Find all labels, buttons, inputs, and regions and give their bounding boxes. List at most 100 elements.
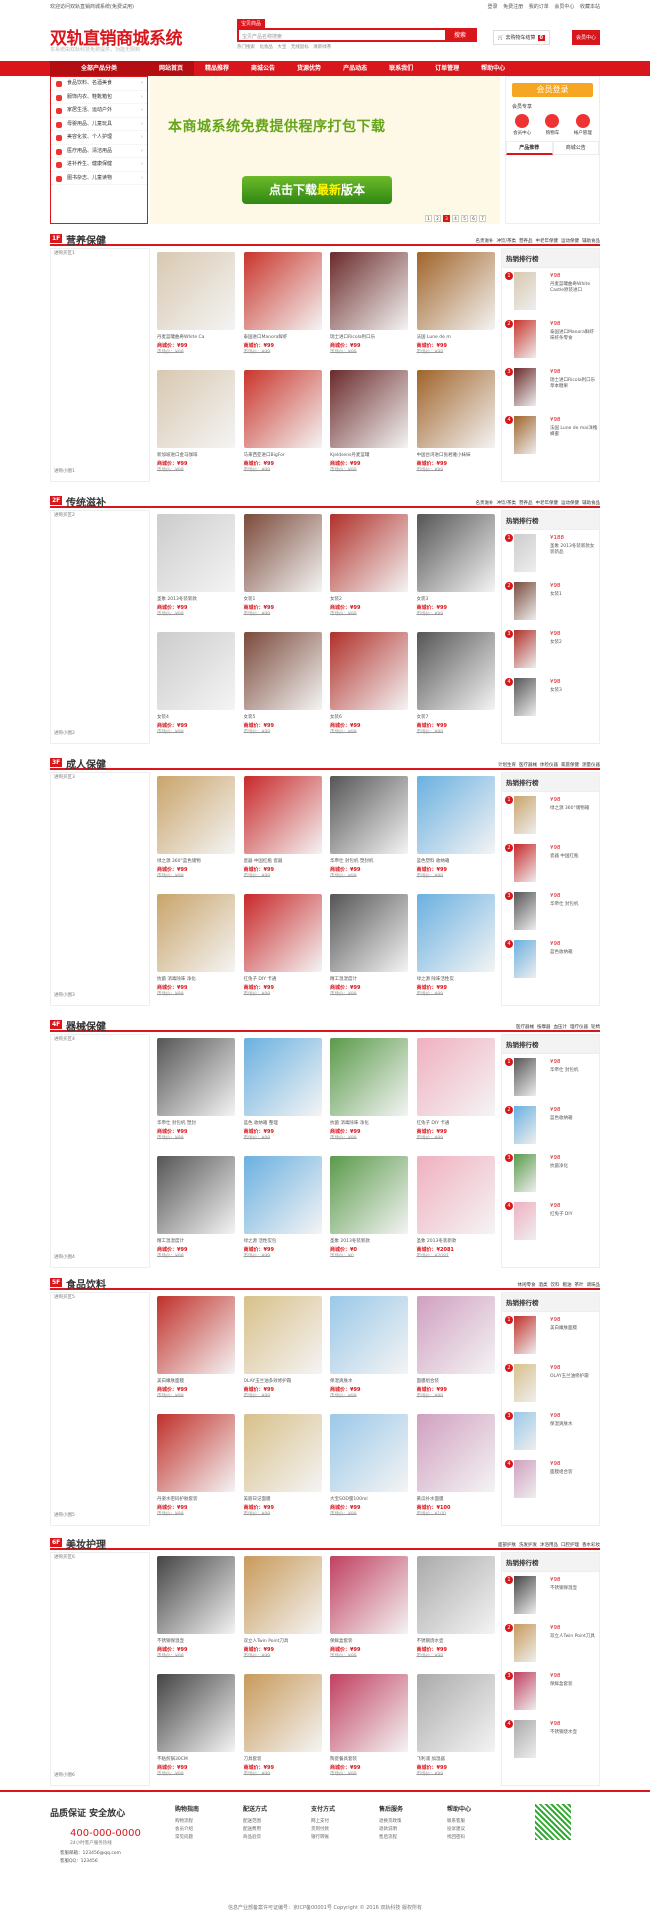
product-name[interactable]: 绿之源 活性炭包	[244, 1238, 323, 1246]
product-name[interactable]: 马来西亚进口BigFor	[244, 452, 323, 460]
rank-image[interactable]	[514, 940, 536, 978]
product-card[interactable]: 黄瓜补水面膜 商城价：¥100 市场价：¥100	[413, 1410, 500, 1528]
product-name[interactable]: 圣象 2013冬装新款	[417, 1238, 496, 1246]
floor-link[interactable]: 名贵滋补	[475, 501, 493, 506]
product-card[interactable]: 女装6 商城价：¥99 市场价：¥99	[326, 628, 413, 746]
product-image[interactable]	[330, 776, 409, 854]
product-card[interactable]: 保湿爽肤水 商城价：¥99 市场价：¥99	[326, 1292, 413, 1410]
product-name[interactable]: 大宝SOD蜜100ml	[330, 1496, 409, 1504]
product-card[interactable]: 精工温湿度计 商城价：¥99 市场价：¥99	[153, 1152, 240, 1270]
product-image[interactable]	[416, 776, 495, 854]
product-image[interactable]	[330, 894, 409, 972]
top-link-member[interactable]: 会员中心	[554, 4, 574, 10]
product-name[interactable]: 圣象 2013冬装新款	[330, 1238, 409, 1246]
rank-image[interactable]	[514, 1316, 536, 1354]
rank-name[interactable]: 丹麦蓝罐曲奇White Castle原装进口	[550, 282, 598, 294]
product-card[interactable]: 蓝色 收纳箱 整理 商城价：¥99 市场价：¥99	[240, 1034, 327, 1152]
product-image[interactable]	[330, 1038, 409, 1116]
product-card[interactable]: 绿之源 360°蓝色储物 商城价：¥99 市场价：¥99	[153, 772, 240, 890]
product-card[interactable]: 中国台湾进口张君雅小妹妹 商城价：¥99 市场价：¥99	[413, 366, 500, 484]
floor-link[interactable]: 酒类	[539, 1283, 548, 1288]
product-name[interactable]: Kjeldsens丹麦蓝罐	[330, 452, 409, 460]
login-button[interactable]: 会员登录	[512, 83, 593, 97]
nav-contact[interactable]: 联系我们	[378, 61, 424, 76]
product-image[interactable]	[243, 1156, 322, 1234]
product-name[interactable]: 圣象 2013冬装新款	[157, 596, 236, 604]
ranking-item[interactable]: 4 ¥98 女装3	[502, 674, 599, 722]
pager-dot-active[interactable]: 3	[443, 215, 450, 222]
rank-name[interactable]: 面膜组合装	[550, 1470, 598, 1476]
rank-name[interactable]: 女装1	[550, 592, 598, 598]
floor-link[interactable]: 冲饮/茶类	[496, 239, 516, 244]
floor-link[interactable]: 医疗器械	[519, 763, 537, 768]
product-image[interactable]	[243, 1414, 322, 1492]
product-name[interactable]: 瑞士进口Ricola利口乐	[330, 334, 409, 342]
rank-name[interactable]: 绿之源 360°储物箱	[550, 806, 598, 812]
product-image[interactable]	[330, 1414, 409, 1492]
floor-ad[interactable]: 进购买区3 进购小图3	[50, 772, 150, 1006]
product-name[interactable]: 新加坡进口金马咖啡	[157, 452, 236, 460]
account-link[interactable]: 帐户管理	[574, 114, 592, 136]
rank-image[interactable]	[514, 1576, 536, 1614]
footer-link[interactable]: 投诉建议	[447, 1826, 515, 1834]
ranking-item[interactable]: 2 ¥98 泰国进口Manora鲜虾味虾条零食	[502, 316, 599, 364]
floor-link[interactable]: 中老年保健	[536, 501, 559, 506]
ranking-item[interactable]: 4 ¥98 法国 Lune de mai洋槐蜂蜜	[502, 412, 599, 460]
product-image[interactable]	[157, 1414, 236, 1492]
product-card[interactable]: 圣象 2013冬装新款 商城价：¥2081 市场价：¥2081	[413, 1152, 500, 1270]
floor-link[interactable]: 理疗仪器	[570, 1025, 588, 1030]
product-name[interactable]: 女装4	[157, 714, 236, 722]
pager-dot[interactable]: 4	[452, 215, 459, 222]
product-image[interactable]	[243, 1038, 322, 1116]
product-image[interactable]	[157, 252, 236, 330]
product-image[interactable]	[330, 370, 409, 448]
product-card[interactable]: 女装7 商城价：¥99 市场价：¥99	[413, 628, 500, 746]
product-name[interactable]: 保鲜盒套装	[330, 1638, 409, 1646]
rank-image[interactable]	[514, 368, 536, 406]
product-card[interactable]: 女装4 商城价：¥99 市场价：¥99	[153, 628, 240, 746]
rank-image[interactable]	[514, 1154, 536, 1192]
product-card[interactable]: 美丽日记面膜 商城价：¥99 市场价：¥99	[240, 1410, 327, 1528]
product-card[interactable]: 女装3 商城价：¥99 市场价：¥99	[413, 510, 500, 628]
rank-image[interactable]	[514, 272, 536, 310]
product-image[interactable]	[243, 370, 322, 448]
rank-name[interactable]: OLAY玉兰油修护霜	[550, 1374, 598, 1380]
product-image[interactable]	[416, 1038, 495, 1116]
product-card[interactable]: 精工温湿度计 商城价：¥99 市场价：¥99	[326, 890, 413, 1008]
rank-name[interactable]: 不锈钢保温壶	[550, 1586, 598, 1592]
product-name[interactable]: 女装7	[417, 714, 496, 722]
footer-link[interactable]: 银行转账	[311, 1834, 379, 1842]
product-image[interactable]	[157, 1156, 236, 1234]
product-name[interactable]: 蓝色 收纳箱 整理	[244, 1120, 323, 1128]
product-image[interactable]	[157, 1296, 236, 1374]
product-image[interactable]	[157, 632, 236, 710]
product-name[interactable]: 黄瓜补水面膜	[417, 1496, 496, 1504]
hot-word[interactable]: 无线鼠标	[291, 45, 309, 50]
product-name[interactable]: 精工温湿度计	[157, 1238, 236, 1246]
rank-name[interactable]: 保湿爽肤水	[550, 1422, 598, 1428]
nav-notice[interactable]: 商城公告	[240, 61, 286, 76]
product-card[interactable]: 马来西亚进口BigFor 商城价：¥99 市场价：¥99	[240, 366, 327, 484]
floor-link[interactable]: 冲饮/茶类	[496, 501, 516, 506]
footer-link[interactable]: 联系客服	[447, 1818, 515, 1826]
rank-name[interactable]: 泰国进口Manora鲜虾味虾条零食	[550, 330, 598, 342]
nav-home[interactable]: 网站首页	[148, 61, 195, 76]
tab-recommend[interactable]: 产品推荐	[506, 141, 553, 155]
product-card[interactable]: 蓝色塑料 收纳箱 商城价：¥99 市场价：¥99	[413, 772, 500, 890]
product-image[interactable]	[416, 1296, 495, 1374]
product-image[interactable]	[243, 1674, 322, 1752]
floor-link[interactable]: 营养品	[519, 501, 533, 506]
product-image[interactable]	[416, 370, 495, 448]
product-card[interactable]: 绿之源 除味活性炭 商城价：¥99 市场价：¥99	[413, 890, 500, 1008]
floor-link[interactable]: 血压计	[554, 1025, 568, 1030]
rank-image[interactable]	[514, 1720, 536, 1758]
product-name[interactable]: 抗菌 消毒除味 净化	[330, 1120, 409, 1128]
floor-link[interactable]: 测量仪器	[582, 763, 600, 768]
nav-advantage[interactable]: 货源优势	[286, 61, 332, 76]
product-image[interactable]	[243, 1296, 322, 1374]
product-card[interactable]: 飞利浦 加湿器 商城价：¥99 市场价：¥99	[413, 1670, 500, 1788]
product-card[interactable]: 女装2 商城价：¥99 市场价：¥99	[326, 510, 413, 628]
product-image[interactable]	[243, 632, 322, 710]
product-name[interactable]: 泰国进口Manora鲜虾	[244, 334, 323, 342]
product-image[interactable]	[330, 252, 409, 330]
